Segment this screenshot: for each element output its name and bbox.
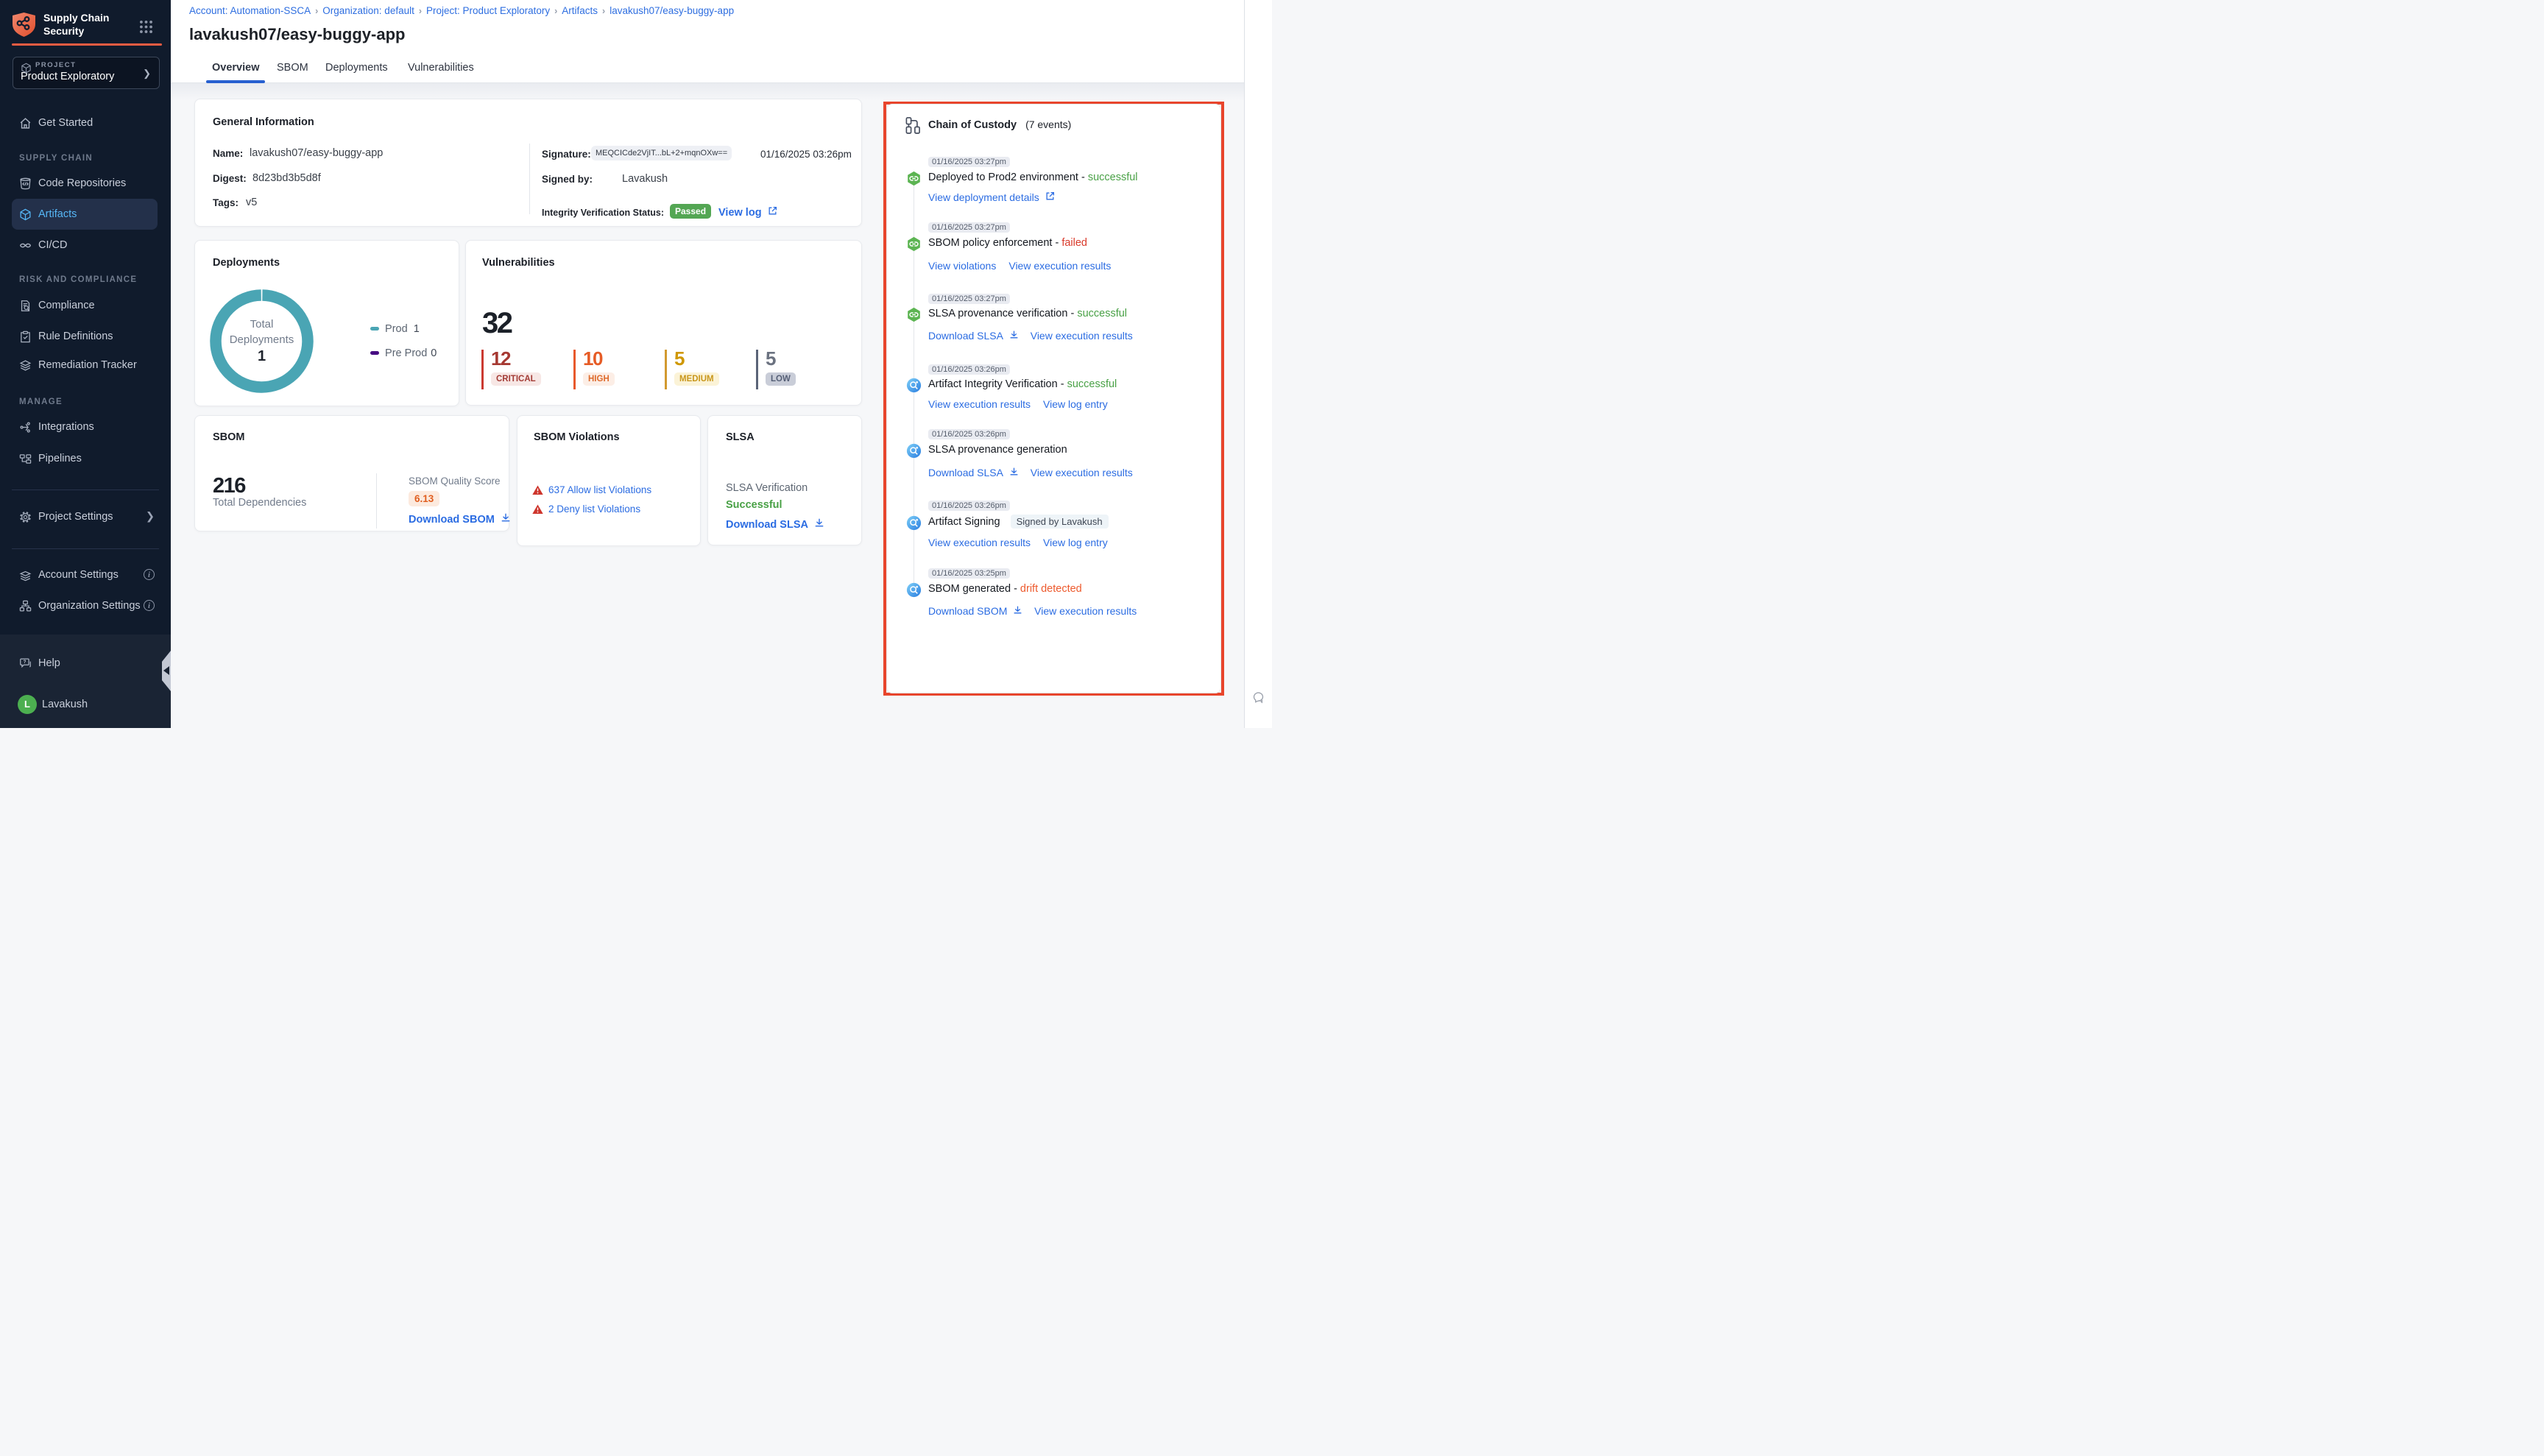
svg-text:?: ? (24, 660, 26, 665)
